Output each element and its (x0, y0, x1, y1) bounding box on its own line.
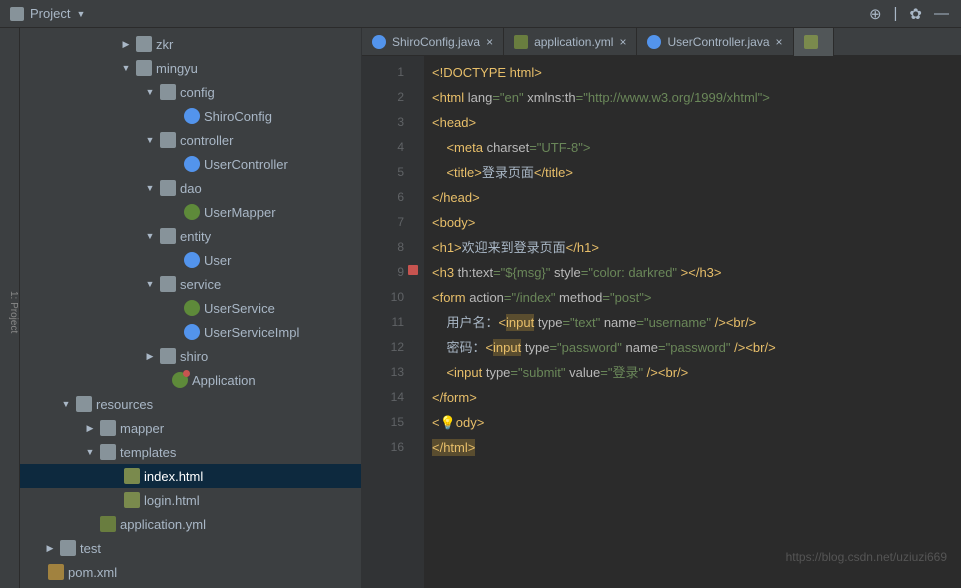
tree-node-user[interactable]: User (20, 248, 361, 272)
folder-icon (76, 396, 92, 412)
rail-label-project[interactable]: 1: Project (8, 291, 19, 333)
folder-icon (160, 348, 176, 364)
folder-icon (160, 276, 176, 292)
bulb-icon[interactable]: 💡 (440, 415, 456, 430)
tree-node-pomxml[interactable]: pom.xml (20, 560, 361, 584)
folder-icon (136, 60, 152, 76)
yml-icon (514, 35, 528, 49)
tree-node-dao[interactable]: ▼dao (20, 176, 361, 200)
tab-applicationyml[interactable]: application.yml× (504, 28, 637, 56)
class-icon (372, 35, 386, 49)
top-toolbar: Project ▼ ⊕ | ✿ — (0, 0, 961, 28)
code-area[interactable]: <!DOCTYPE html> <html lang="en" xmlns:th… (424, 56, 961, 588)
editor-tabs: ShiroConfig.java× application.yml× UserC… (362, 28, 961, 56)
project-label: Project (30, 6, 70, 21)
code-editor[interactable]: 12345678910111213141516 <!DOCTYPE html> … (362, 56, 961, 588)
tree-node-usercontroller[interactable]: UserController (20, 152, 361, 176)
watermark: https://blog.csdn.net/uziuzi669 (786, 550, 947, 564)
gear-icon[interactable]: ✿ (909, 5, 922, 23)
left-rail: 1: Project (0, 28, 20, 588)
chevron-down-icon: ▼ (76, 9, 85, 19)
folder-icon (60, 540, 76, 556)
tree-node-userserviceimpl[interactable]: UserServiceImpl (20, 320, 361, 344)
class-icon (184, 252, 200, 268)
folder-icon (160, 180, 176, 196)
tree-node-userservice[interactable]: UserService (20, 296, 361, 320)
project-dropdown[interactable]: Project ▼ (4, 4, 91, 23)
tree-node-usermapper[interactable]: UserMapper (20, 200, 361, 224)
interface-icon (184, 300, 200, 316)
folder-icon (100, 420, 116, 436)
tree-node-resources[interactable]: ▼resources (20, 392, 361, 416)
folder-icon (160, 132, 176, 148)
app-icon (172, 372, 188, 388)
class-icon (184, 156, 200, 172)
tree-node-mapper[interactable]: ▶mapper (20, 416, 361, 440)
maven-icon (48, 564, 64, 580)
interface-icon (184, 204, 200, 220)
folder-icon (160, 84, 176, 100)
folder-icon (160, 228, 176, 244)
tree-node-service[interactable]: ▼service (20, 272, 361, 296)
tree-node-mingyu[interactable]: ▼mingyu (20, 56, 361, 80)
class-icon (184, 324, 200, 340)
gutter[interactable]: 12345678910111213141516 (362, 56, 424, 588)
target-icon[interactable]: ⊕ (869, 5, 882, 23)
folder-icon (100, 444, 116, 460)
tree-node-application[interactable]: Application (20, 368, 361, 392)
class-icon (647, 35, 661, 49)
project-tree[interactable]: ▶zkr ▼mingyu ▼config ShiroConfig ▼contro… (20, 28, 362, 588)
tree-node-controller[interactable]: ▼controller (20, 128, 361, 152)
class-icon (184, 108, 200, 124)
divider-icon: | (894, 5, 898, 22)
minimize-icon[interactable]: — (934, 5, 949, 22)
tree-node-templates[interactable]: ▼templates (20, 440, 361, 464)
tree-node-zkr[interactable]: ▶zkr (20, 32, 361, 56)
tree-node-applicationyml[interactable]: application.yml (20, 512, 361, 536)
folder-icon (136, 36, 152, 52)
html-icon (124, 468, 140, 484)
close-icon[interactable]: × (486, 35, 493, 49)
yml-icon (100, 516, 116, 532)
tab-shiroconfig[interactable]: ShiroConfig.java× (362, 28, 504, 56)
tree-node-shiro[interactable]: ▶shiro (20, 344, 361, 368)
tab-usercontroller[interactable]: UserController.java× (637, 28, 793, 56)
tab-more[interactable] (794, 28, 834, 56)
breakpoint-marker[interactable] (408, 265, 418, 275)
tree-node-test[interactable]: ▶test (20, 536, 361, 560)
html-icon (804, 35, 818, 49)
tree-node-indexhtml[interactable]: index.html (20, 464, 361, 488)
tree-node-config[interactable]: ▼config (20, 80, 361, 104)
close-icon[interactable]: × (619, 35, 626, 49)
tree-node-entity[interactable]: ▼entity (20, 224, 361, 248)
tree-node-loginhtml[interactable]: login.html (20, 488, 361, 512)
html-icon (124, 492, 140, 508)
project-icon (10, 7, 24, 21)
tree-node-shiroconfig[interactable]: ShiroConfig (20, 104, 361, 128)
close-icon[interactable]: × (776, 35, 783, 49)
